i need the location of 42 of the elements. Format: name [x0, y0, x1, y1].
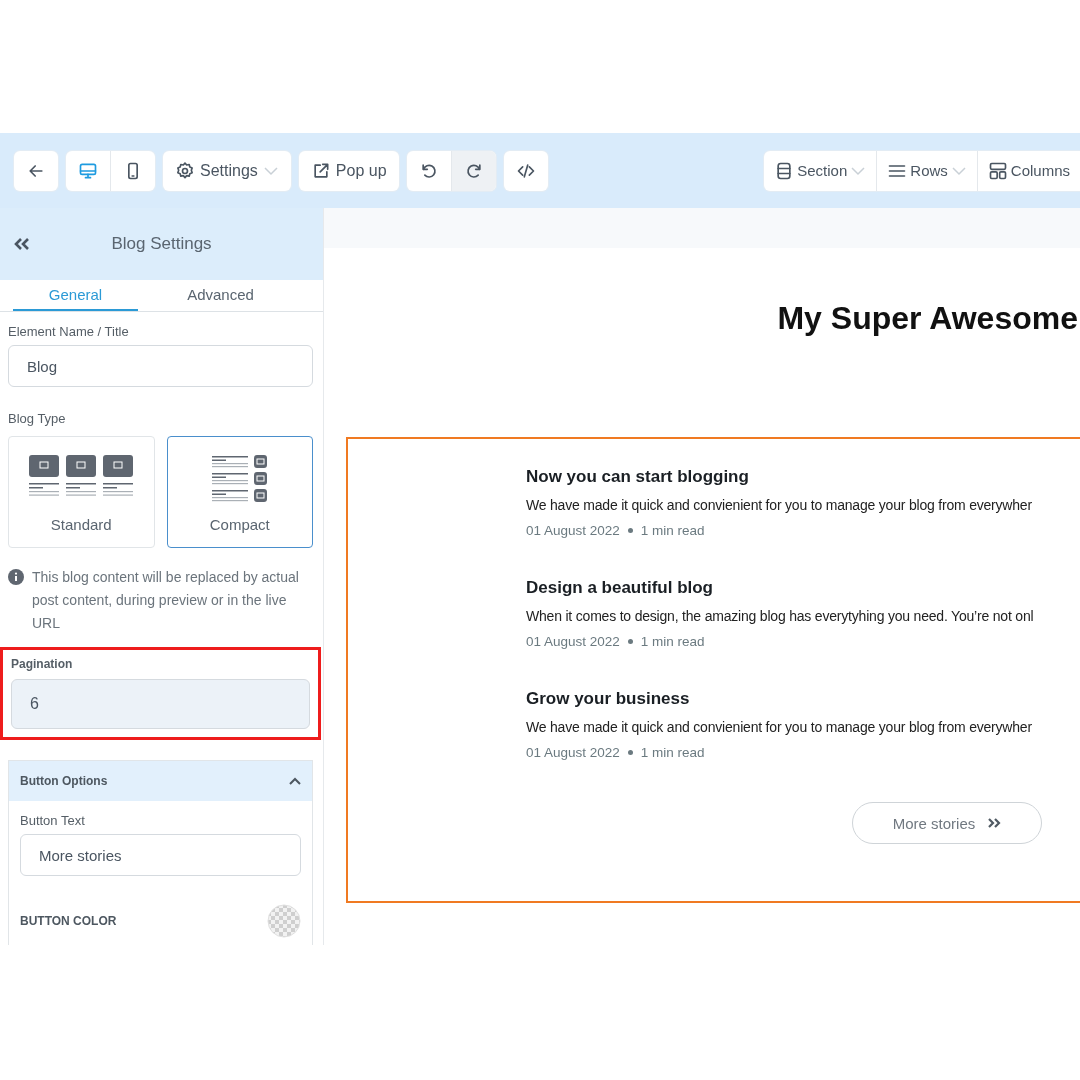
- read-time: 1 min read: [640, 634, 705, 649]
- read-time: 1 min read: [640, 523, 705, 538]
- standard-layout-icon: [29, 455, 134, 497]
- info-note: This blog content will be replaced by actual post content, during preview or in the live URL: [32, 568, 300, 633]
- double-chevron-right-icon: [987, 817, 1002, 829]
- rows-button[interactable]: Rows: [876, 150, 977, 191]
- post-excerpt: We have made it quick and convienient for you to manage your blog from everywher: [526, 497, 1033, 513]
- input-field[interactable]: 6: [11, 679, 310, 729]
- sidebar-title: Blog Settings: [110, 234, 213, 254]
- columns-button[interactable]: Columns: [976, 150, 1080, 191]
- blog-type-option[interactable]: Compact: [166, 436, 313, 548]
- field-label: Pagination: [11, 657, 74, 671]
- tab[interactable]: Advanced: [158, 280, 283, 311]
- field-label: Blog Type: [8, 411, 67, 426]
- info-icon: [8, 569, 24, 585]
- field-label: BUTTON COLOR: [20, 914, 117, 928]
- post-date: 01 August 2022: [526, 634, 620, 649]
- post-date: 01 August 2022: [526, 745, 620, 760]
- color-swatch[interactable]: [267, 904, 301, 938]
- post-date: 01 August 2022: [526, 523, 620, 538]
- settings-icon: [175, 160, 195, 181]
- field-label: Button Text: [20, 813, 86, 828]
- chevron-up-icon: [288, 776, 302, 786]
- read-time: 1 min read: [640, 745, 705, 760]
- columns-icon: [987, 160, 1008, 181]
- post-excerpt: We have made it quick and convienient for you to manage your blog from everywher: [526, 719, 1033, 735]
- panel-header[interactable]: Button Options: [9, 761, 312, 801]
- settings-button[interactable]: Settings: [163, 150, 291, 191]
- field-label: Element Name / Title: [8, 324, 130, 339]
- compact-layout-icon: [211, 455, 268, 503]
- redo-button[interactable]: [450, 150, 496, 191]
- input-field[interactable]: Blog: [8, 345, 313, 387]
- post-title: Design a beautiful blog: [526, 578, 714, 598]
- post-title: Grow your business: [526, 689, 691, 709]
- post-excerpt: When it comes to design, the amazing blog has everytyhing you need. You’re not onl: [526, 608, 1035, 624]
- section-button[interactable]: Section: [764, 150, 877, 191]
- page-heading: My Super Awesome: [776, 300, 1079, 337]
- more-stories-button[interactable]: More stories: [852, 802, 1042, 844]
- post-title: Now you can start blogging: [526, 467, 750, 487]
- blog-type-option[interactable]: Standard: [8, 436, 155, 548]
- popup-button[interactable]: Pop up: [298, 150, 399, 191]
- input-field[interactable]: More stories: [20, 834, 301, 876]
